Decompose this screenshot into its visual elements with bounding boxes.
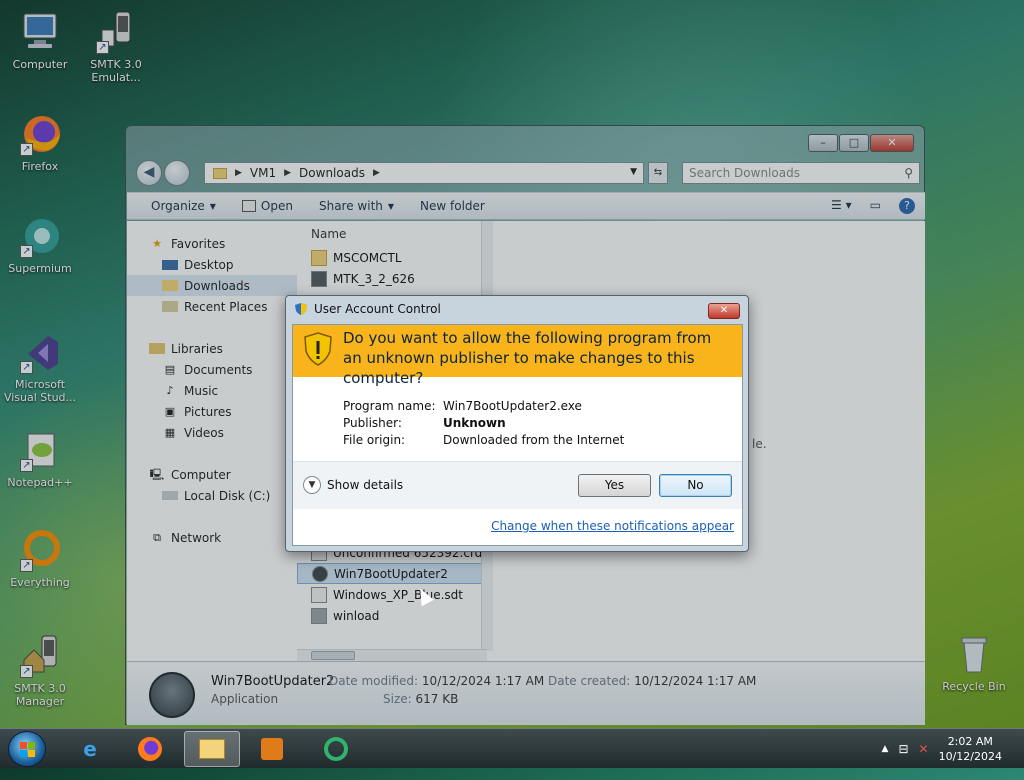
close-button[interactable]: ✕ xyxy=(708,303,740,319)
taskbar-firefox[interactable] xyxy=(122,731,178,767)
show-details-toggle[interactable]: ▼ Show details xyxy=(303,476,403,494)
windows-logo-icon xyxy=(20,742,35,757)
uac-dialog: User Account Control ✕ Do you want to al… xyxy=(285,295,749,552)
volume-tray-icon[interactable]: ✕ xyxy=(919,742,929,756)
taskbar-media-player[interactable] xyxy=(244,731,300,767)
show-hidden-icons[interactable]: ▲ xyxy=(882,744,889,754)
internet-explorer-icon: e xyxy=(83,737,97,761)
program-name-label: Program name: xyxy=(343,399,436,413)
uac-question: Do you want to allow the following progr… xyxy=(343,329,712,387)
taskbar-internet-explorer[interactable]: e xyxy=(62,731,118,767)
uac-body: Do you want to allow the following progr… xyxy=(292,324,743,546)
show-details-label: Show details xyxy=(327,478,404,492)
uac-title: User Account Control xyxy=(314,302,441,316)
file-origin-label: File origin: xyxy=(343,433,406,447)
clock-date: 10/12/2024 xyxy=(938,750,1002,763)
network-tray-icon[interactable]: ⊟ xyxy=(898,742,908,756)
uac-actions: ▼ Show details Yes No xyxy=(293,461,742,509)
publisher-value: Unknown xyxy=(443,416,506,430)
uac-shield-icon xyxy=(295,303,307,315)
publisher-label: Publisher: xyxy=(343,416,402,430)
clock-time: 2:02 AM xyxy=(947,735,993,748)
system-tray: ▲ ⊟ ✕ 2:02 AM 10/12/2024 xyxy=(882,729,1024,769)
warning-shield-icon xyxy=(304,332,332,366)
chevron-down-icon: ▼ xyxy=(303,476,321,494)
uac-title-bar: User Account Control ✕ xyxy=(286,296,748,322)
uac-banner: Do you want to allow the following progr… xyxy=(293,325,742,387)
clock[interactable]: 2:02 AM 10/12/2024 xyxy=(939,734,1002,764)
change-notifications-link[interactable]: Change when these notifications appear xyxy=(491,519,734,533)
uac-program-info: Program name: Win7BootUpdater2.exe Publi… xyxy=(343,399,624,447)
no-button[interactable]: No xyxy=(659,474,732,497)
taskbar: e ▲ ⊟ ✕ 2:02 AM 10/12/2024 xyxy=(0,728,1024,768)
start-button[interactable] xyxy=(8,731,46,767)
file-origin-value: Downloaded from the Internet xyxy=(443,433,625,447)
explorer-folder-icon xyxy=(199,739,225,759)
firefox-icon xyxy=(138,737,162,761)
yes-button[interactable]: Yes xyxy=(578,474,651,497)
program-name-value: Win7BootUpdater2.exe xyxy=(443,399,582,413)
app-icon xyxy=(324,737,348,761)
taskbar-explorer[interactable] xyxy=(184,731,240,767)
taskbar-app[interactable] xyxy=(308,731,364,767)
media-player-icon xyxy=(261,738,283,760)
